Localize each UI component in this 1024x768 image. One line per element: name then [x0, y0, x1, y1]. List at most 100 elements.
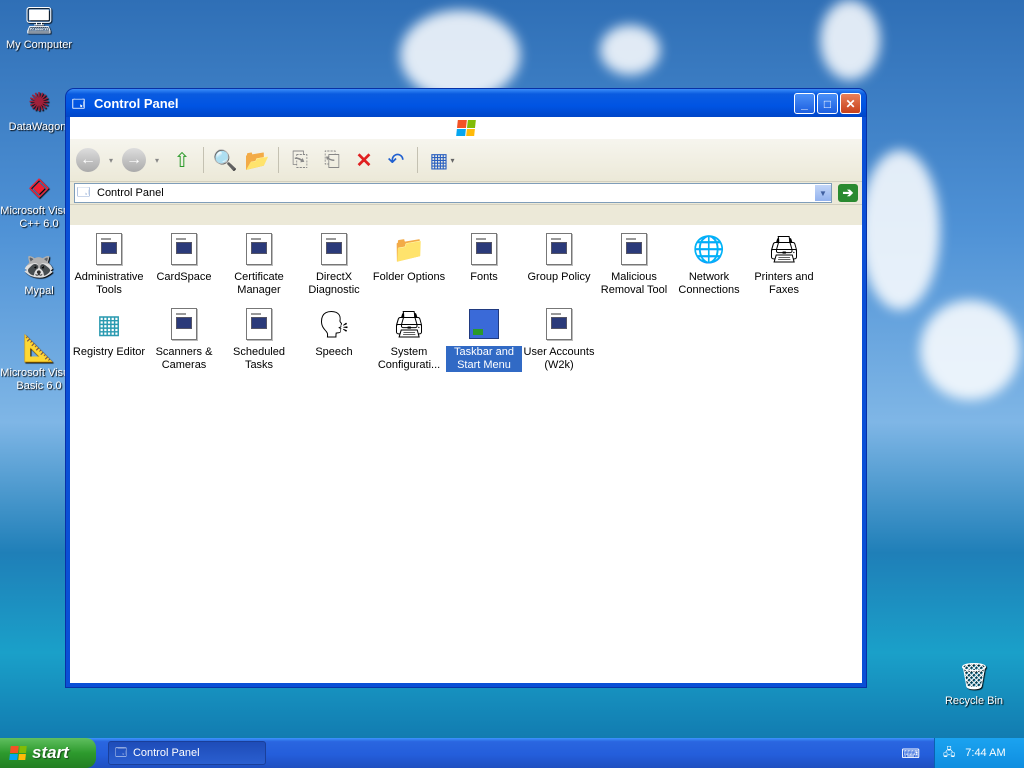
cp-item-label: Malicious Removal Tool	[600, 271, 668, 296]
globe-network-icon: 🌐	[692, 233, 726, 264]
address-dropdown-button[interactable]: ▼	[815, 185, 831, 201]
back-dropdown[interactable]: ▾	[104, 146, 118, 174]
cp-item-printers-and-faxes[interactable]: 🖨 Printers and Faxes	[746, 233, 822, 297]
address-field[interactable]: 🗔 Control Panel ▼	[74, 183, 832, 203]
chevron-down-icon: ▾	[108, 155, 113, 165]
cp-item-label: User Accounts (W2k)	[523, 346, 595, 371]
desktop-icon-recycle-bin[interactable]: 🗑 Recycle Bin	[935, 660, 1013, 708]
applet-icon	[243, 233, 275, 265]
system-config-icon: 🖨	[392, 308, 426, 339]
cp-item-user-accounts[interactable]: User Accounts (W2k)	[521, 308, 597, 372]
windows-logo-row	[70, 117, 862, 139]
maximize-button[interactable]: □	[817, 93, 838, 114]
cp-item-label: Scanners & Cameras	[155, 346, 213, 371]
vb6-icon: 📐	[22, 332, 56, 363]
mypal-icon: 🦝	[22, 250, 56, 281]
taskbar-button-control-panel[interactable]: 🗔 Control Panel	[108, 741, 266, 765]
cp-item-label: Speech	[315, 346, 353, 358]
address-bar: 🗔 Control Panel ▼ ➔	[70, 182, 862, 205]
copy-to-button[interactable]: ⎗	[318, 146, 346, 174]
chevron-down-icon: ▾	[450, 155, 455, 165]
views-button[interactable]: ▦ ▾	[425, 146, 459, 174]
cp-item-fonts[interactable]: Fonts	[446, 233, 522, 284]
start-button[interactable]: start	[0, 738, 96, 768]
undo-icon: ↶	[387, 149, 405, 172]
go-button[interactable]: ➔	[838, 184, 858, 202]
taskbar-icon	[468, 308, 500, 340]
window-title: Control Panel	[94, 95, 179, 111]
cp-item-directx-diagnostic[interactable]: DirectX Diagnostic	[296, 233, 372, 297]
vc6-icon: ◈	[29, 170, 49, 201]
taskbar: start 🗔 Control Panel ⌨ 🖧 7:44 AM	[0, 738, 1024, 768]
back-arrow-icon: ←	[80, 151, 96, 168]
keyboard-icon[interactable]: ⌨	[901, 746, 920, 762]
cp-item-cardspace[interactable]: CardSpace	[146, 233, 222, 284]
cp-item-label: System Configurati...	[377, 346, 441, 371]
cp-item-system-configuration[interactable]: 🖨 System Configurati...	[371, 308, 447, 372]
folder-up-icon: ⇧	[173, 149, 191, 172]
forward-dropdown[interactable]: ▾	[150, 146, 164, 174]
cp-item-certificate-manager[interactable]: Certificate Manager	[221, 233, 297, 297]
computer-icon: 🖥	[22, 4, 56, 35]
cp-item-label: Scheduled Tasks	[233, 346, 285, 371]
datawagon-icon: ✺	[28, 86, 50, 117]
cp-item-label: Fonts	[470, 271, 498, 283]
cp-item-folder-options[interactable]: 📁 Folder Options	[371, 233, 447, 284]
cp-item-network-connections[interactable]: 🌐 Network Connections	[671, 233, 747, 297]
tray-network-icon[interactable]: 🖧	[943, 744, 955, 763]
title-bar[interactable]: 🗔 Control Panel	[66, 89, 866, 117]
desktop-icon-my-computer[interactable]: 🖥 My Computer	[0, 4, 78, 52]
recycle-bin-icon: 🗑	[957, 660, 991, 691]
folder-options-icon: 📁	[392, 233, 426, 264]
cp-item-registry-editor[interactable]: ▦ Registry Editor	[71, 308, 147, 359]
cp-item-label: Printers and Faxes	[754, 271, 814, 296]
folders-button[interactable]: 📂	[243, 146, 271, 174]
forward-button[interactable]: →	[122, 148, 146, 172]
views-icon: ▦	[429, 149, 449, 172]
forward-arrow-icon: →	[126, 151, 142, 168]
cp-item-label: Administrative Tools	[74, 271, 144, 296]
control-panel-icon: 🗔	[115, 746, 127, 759]
back-button[interactable]: ←	[76, 148, 100, 172]
cp-item-taskbar-start-menu[interactable]: Taskbar and Start Menu	[446, 308, 522, 372]
close-button[interactable]: ✕	[840, 93, 861, 114]
cp-item-label: Network Connections	[678, 271, 740, 296]
control-panel-icon: 🗔	[77, 184, 91, 199]
minimize-icon: _	[801, 96, 808, 111]
cp-item-label: Registry Editor	[72, 346, 146, 358]
cp-item-group-policy[interactable]: Group Policy	[521, 233, 597, 284]
delete-button[interactable]: ✕	[350, 146, 378, 174]
close-icon: ✕	[845, 96, 856, 111]
cp-item-malicious-removal-tool[interactable]: Malicious Removal Tool	[596, 233, 672, 297]
cp-item-scanners-cameras[interactable]: Scanners & Cameras	[146, 308, 222, 372]
move-to-button[interactable]: ⎘	[286, 146, 314, 174]
applet-icon	[318, 233, 350, 265]
printer-icon: 🖨	[767, 233, 801, 264]
search-button[interactable]: 🔍	[211, 146, 239, 174]
cp-item-label: CardSpace	[156, 271, 212, 283]
applet-icon	[543, 308, 575, 340]
minimize-button[interactable]: _	[794, 93, 815, 114]
taskbar-button-label: Control Panel	[132, 747, 200, 759]
content-pane: Administrative Tools CardSpace Certifica…	[70, 225, 862, 683]
cp-item-label: Group Policy	[527, 271, 591, 283]
cp-item-label: Certificate Manager	[234, 271, 284, 296]
cp-item-speech[interactable]: 🗣 Speech	[296, 308, 372, 359]
toolbar: ← ▾ → ▾ ⇧ 🔍 📂 ⎘ ⎗ ✕ ↶ ▦ ▾	[70, 139, 862, 182]
cp-item-administrative-tools[interactable]: Administrative Tools	[71, 233, 147, 297]
cp-item-label: Folder Options	[372, 271, 446, 283]
system-tray: 🖧 7:44 AM	[934, 738, 1024, 768]
control-panel-window: 🗔 Control Panel _ □ ✕ ← ▾ → ▾ ⇧ 🔍 📂 ⎘ ⎗ …	[66, 89, 866, 687]
copy-to-icon: ⎗	[324, 148, 340, 171]
toolbar-separator	[203, 147, 204, 173]
maximize-icon: □	[823, 96, 832, 111]
clock[interactable]: 7:44 AM	[965, 747, 1005, 759]
undo-button[interactable]: ↶	[382, 146, 410, 174]
applet-icon	[618, 233, 650, 265]
up-button[interactable]: ⇧	[168, 146, 196, 174]
cp-item-scheduled-tasks[interactable]: Scheduled Tasks	[221, 308, 297, 372]
desktop-icon-label: Recycle Bin	[944, 695, 1004, 707]
start-label: start	[32, 743, 69, 762]
cp-item-label: Taskbar and Start Menu	[446, 346, 522, 372]
desktop-icon-label: DataWagon.	[8, 121, 70, 133]
